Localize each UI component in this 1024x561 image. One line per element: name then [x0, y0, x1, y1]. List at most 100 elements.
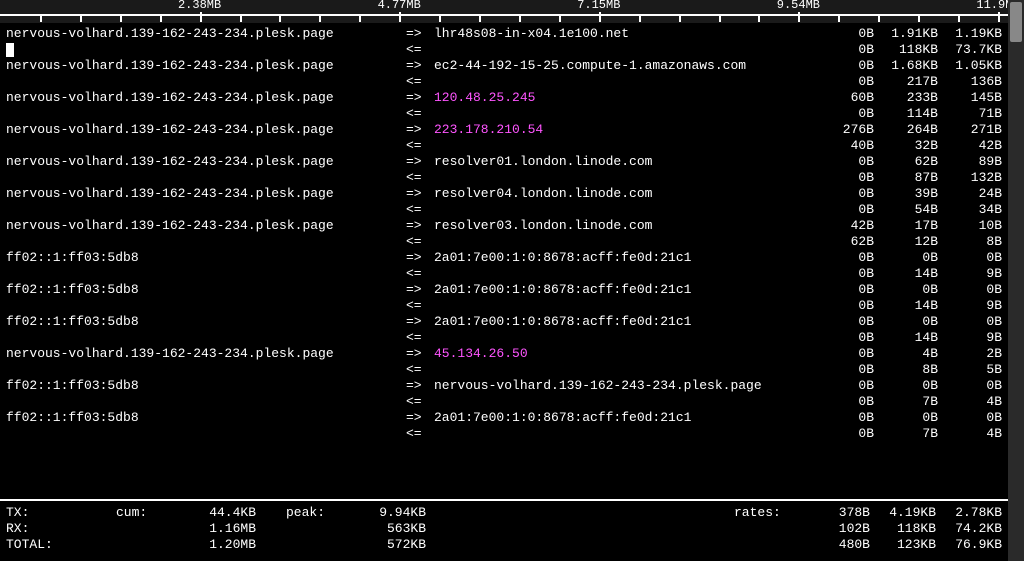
rate-column: 0B — [810, 106, 874, 122]
connection-row[interactable]: <=40B32B42B — [6, 138, 1002, 154]
rate-column: 118KB — [874, 42, 938, 58]
rate-column: 0B — [810, 282, 874, 298]
scale-tick-minor — [240, 14, 242, 22]
cum-value: 1.20MB — [190, 537, 256, 553]
connection-row[interactable]: nervous-volhard.139-162-243-234.plesk.pa… — [6, 186, 1002, 202]
connection-row[interactable]: <=0B87B132B — [6, 170, 1002, 186]
rate-column: 32B — [874, 138, 938, 154]
rate-column: 89B — [938, 154, 1002, 170]
rate-value: 102B — [804, 521, 870, 537]
rates-label — [734, 537, 804, 553]
connection-row[interactable]: nervous-volhard.139-162-243-234.plesk.pa… — [6, 346, 1002, 362]
rate-column: 8B — [938, 234, 1002, 250]
connection-row[interactable]: ff02::1:ff03:5db8=>2a01:7e00:1:0:8678:ac… — [6, 282, 1002, 298]
rate-column: 0B — [810, 298, 874, 314]
connection-destination — [434, 106, 810, 122]
rate-column: 233B — [874, 90, 938, 106]
rate-column: 0B — [810, 346, 874, 362]
connection-row[interactable]: <=0B7B4B — [6, 426, 1002, 442]
connection-row[interactable]: ff02::1:ff03:5db8=>2a01:7e00:1:0:8678:ac… — [6, 410, 1002, 426]
rate-column: 0B — [874, 410, 938, 426]
scale-tick-minor — [319, 14, 321, 22]
connection-source — [6, 266, 406, 282]
rate-column: 54B — [874, 202, 938, 218]
cursor-icon — [6, 43, 14, 57]
connection-row[interactable]: nervous-volhard.139-162-243-234.plesk.pa… — [6, 154, 1002, 170]
arrow-left-icon: <= — [406, 234, 434, 250]
peak-label — [286, 537, 360, 553]
summary-label: TOTAL: — [6, 537, 116, 553]
vertical-scrollbar[interactable] — [1008, 0, 1024, 561]
rate-column: 14B — [874, 298, 938, 314]
connection-source: ff02::1:ff03:5db8 — [6, 314, 406, 330]
connection-destination — [434, 202, 810, 218]
connection-row[interactable]: <=0B14B9B — [6, 298, 1002, 314]
rate-column: 4B — [938, 394, 1002, 410]
rate-column: 14B — [874, 266, 938, 282]
rate-column: 0B — [810, 410, 874, 426]
scale-tick-minor — [559, 14, 561, 22]
connection-row[interactable]: nervous-volhard.139-162-243-234.plesk.pa… — [6, 26, 1002, 42]
connection-destination: 45.134.26.50 — [434, 346, 810, 362]
summary-row: TX:cum:44.4KBpeak:9.94KBrates:378B4.19KB… — [6, 505, 1002, 521]
connection-source — [6, 42, 406, 58]
divider — [0, 499, 1008, 501]
arrow-right-icon: => — [406, 346, 434, 362]
connection-destination: resolver04.london.linode.com — [434, 186, 810, 202]
peak-label: peak: — [286, 505, 360, 521]
rate-column: 0B — [874, 250, 938, 266]
rate-column: 0B — [938, 250, 1002, 266]
rates-label: rates: — [734, 505, 804, 521]
connection-destination: 2a01:7e00:1:0:8678:acff:fe0d:21c1 — [434, 314, 810, 330]
connection-row[interactable]: nervous-volhard.139-162-243-234.plesk.pa… — [6, 218, 1002, 234]
scale-tick-minor — [639, 14, 641, 22]
connection-row[interactable]: ff02::1:ff03:5db8=>nervous-volhard.139-1… — [6, 378, 1002, 394]
connection-row[interactable]: <= 62B12B8B — [6, 234, 1002, 250]
connection-row[interactable]: <=0B14B9B — [6, 266, 1002, 282]
arrow-left-icon: <= — [406, 202, 434, 218]
connection-destination — [434, 330, 810, 346]
arrow-left-icon: <= — [406, 330, 434, 346]
arrow-right-icon: => — [406, 122, 434, 138]
rate-column: 12B — [874, 234, 938, 250]
connection-row[interactable]: <=0B118KB73.7KB — [6, 42, 1002, 58]
scale-tick-minor — [479, 14, 481, 22]
rate-column: 9B — [938, 266, 1002, 282]
connection-row[interactable]: <=0B54B34B — [6, 202, 1002, 218]
scale-tick-major — [998, 12, 1000, 22]
rate-column: 1.91KB — [874, 26, 938, 42]
connection-row[interactable]: ff02::1:ff03:5db8=>2a01:7e00:1:0:8678:ac… — [6, 250, 1002, 266]
connection-destination: resolver01.london.linode.com — [434, 154, 810, 170]
connection-row[interactable]: <=0B14B9B — [6, 330, 1002, 346]
rate-column: 39B — [874, 186, 938, 202]
connection-row[interactable]: ff02::1:ff03:5db8=>2a01:7e00:1:0:8678:ac… — [6, 314, 1002, 330]
connection-row[interactable]: <=0B8B5B — [6, 362, 1002, 378]
rate-column: 7B — [874, 426, 938, 442]
bandwidth-scale: 2.38MB4.77MB7.15MB9.54MB11.9MB — [0, 0, 1008, 24]
rate-column: 62B — [810, 234, 874, 250]
scale-label: 4.77MB — [378, 0, 421, 12]
rate-column: 132B — [938, 170, 1002, 186]
rate-column: 8B — [874, 362, 938, 378]
connection-row[interactable]: <=0B217B136B — [6, 74, 1002, 90]
scrollbar-thumb[interactable] — [1010, 2, 1022, 42]
rate-column: 145B — [938, 90, 1002, 106]
rate-column: 60B — [810, 90, 874, 106]
arrow-right-icon: => — [406, 90, 434, 106]
rate-column: 114B — [874, 106, 938, 122]
connection-row[interactable]: <=0B114B71B — [6, 106, 1002, 122]
connection-row[interactable]: nervous-volhard.139-162-243-234.plesk.pa… — [6, 122, 1002, 138]
scale-tick-minor — [758, 14, 760, 22]
rate-column: 4B — [874, 346, 938, 362]
cum-value: 44.4KB — [190, 505, 256, 521]
connection-destination: resolver03.london.linode.com — [434, 218, 810, 234]
connection-destination: 2a01:7e00:1:0:8678:acff:fe0d:21c1 — [434, 410, 810, 426]
connection-row[interactable]: <=0B7B4B — [6, 394, 1002, 410]
connection-row[interactable]: nervous-volhard.139-162-243-234.plesk.pa… — [6, 58, 1002, 74]
rate-column: 17B — [874, 218, 938, 234]
summary-row: TOTAL:1.20MB572KB480B123KB76.9KB — [6, 537, 1002, 553]
connection-row[interactable]: nervous-volhard.139-162-243-234.plesk.pa… — [6, 90, 1002, 106]
arrow-right-icon: => — [406, 250, 434, 266]
connection-destination: 223.178.210.54 — [434, 122, 810, 138]
arrow-right-icon: => — [406, 186, 434, 202]
